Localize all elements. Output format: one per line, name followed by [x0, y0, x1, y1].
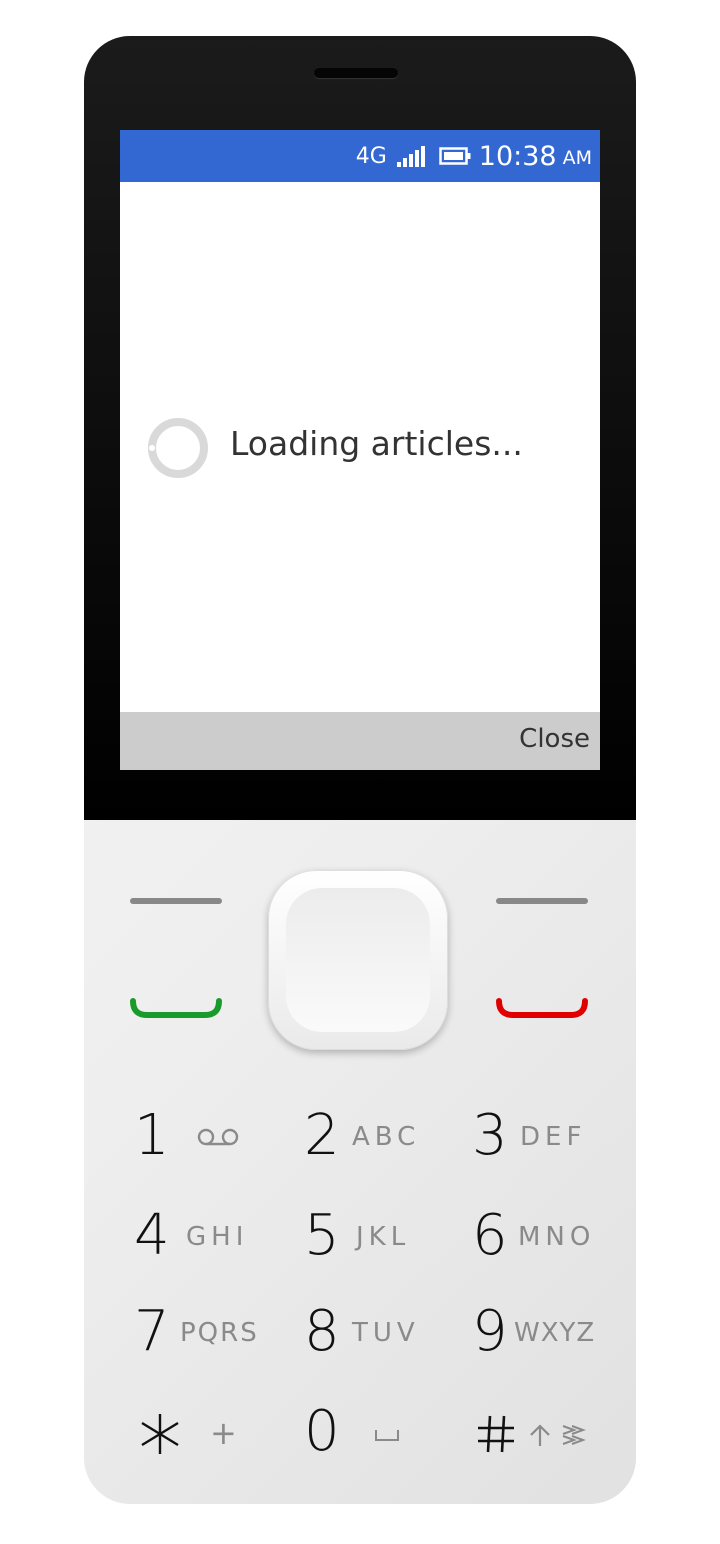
key-8-letters: TUV	[352, 1318, 420, 1348]
key-8[interactable]: 8 TUV	[304, 1292, 434, 1372]
key-9[interactable]: 9 WXYZ	[472, 1292, 602, 1372]
earpiece-speaker	[314, 68, 398, 78]
key-4-letters: GHI	[186, 1222, 249, 1252]
key-7-letters: PQRS	[180, 1318, 259, 1348]
voicemail-icon	[197, 1128, 239, 1146]
key-7-digit: 7	[134, 1299, 170, 1364]
key-5-digit: 5	[304, 1203, 340, 1268]
key-2[interactable]: 2 ABC	[304, 1096, 434, 1176]
battery-icon	[439, 146, 471, 166]
clock-ampm: AM	[562, 147, 592, 169]
key-6[interactable]: 6 MNO	[472, 1196, 602, 1276]
key-0[interactable]: 0	[304, 1392, 434, 1472]
end-call-button[interactable]	[496, 998, 588, 1020]
shift-arrow-icon	[530, 1424, 550, 1446]
dpad-center-surface	[286, 888, 430, 1032]
key-1-digit: 1	[134, 1103, 170, 1168]
key-4-digit: 4	[134, 1203, 170, 1268]
key-6-letters: MNO	[518, 1222, 596, 1252]
spinner-icon	[148, 418, 208, 478]
space-icon	[375, 1430, 399, 1441]
key-4[interactable]: 4 GHI	[134, 1196, 264, 1276]
key-8-digit: 8	[304, 1299, 340, 1364]
key-star[interactable]: +	[134, 1392, 254, 1472]
key-star-plus: +	[210, 1414, 242, 1452]
key-3[interactable]: 3 DEF	[472, 1096, 602, 1176]
input-mode-icon	[562, 1425, 586, 1445]
key-0-digit: 0	[304, 1399, 340, 1464]
phone-device: 4G 10:38 AM Loading articles... Close 1 …	[84, 36, 636, 1504]
phone-screen: 4G 10:38 AM Loading articles... Close	[120, 130, 600, 770]
keypad: 1 2 ABC 3 DEF 4 GHI 5 JKL 6 MNO 7 PQRS 8…	[84, 820, 636, 1504]
right-softkey[interactable]	[496, 898, 588, 904]
dpad-center-button[interactable]	[268, 870, 448, 1050]
softkey-bar: Close	[120, 712, 600, 770]
softkey-right-close[interactable]: Close	[519, 724, 590, 754]
hash-icon	[478, 1415, 514, 1453]
key-9-digit: 9	[472, 1299, 508, 1364]
key-1[interactable]: 1	[134, 1096, 254, 1176]
main-content: Loading articles...	[120, 182, 600, 712]
key-9-letters: WXYZ	[514, 1318, 596, 1348]
asterisk-icon	[141, 1414, 179, 1454]
clock-time: 10:38	[478, 140, 557, 172]
key-2-letters: ABC	[352, 1122, 421, 1152]
key-5-letters: JKL	[356, 1222, 411, 1252]
phone-bezel: 4G 10:38 AM Loading articles... Close	[84, 36, 636, 820]
key-2-digit: 2	[304, 1103, 340, 1168]
key-hash[interactable]	[476, 1392, 606, 1472]
key-3-digit: 3	[472, 1103, 508, 1168]
key-7[interactable]: 7 PQRS	[134, 1292, 264, 1372]
left-softkey[interactable]	[130, 898, 222, 904]
key-5[interactable]: 5 JKL	[304, 1196, 434, 1276]
call-button[interactable]	[130, 998, 222, 1020]
status-bar: 4G 10:38 AM	[120, 130, 600, 182]
key-6-digit: 6	[472, 1203, 508, 1268]
loading-message: Loading articles...	[230, 424, 523, 463]
key-3-letters: DEF	[520, 1122, 587, 1152]
network-type: 4G	[355, 143, 387, 169]
signal-bars-icon	[396, 145, 427, 167]
